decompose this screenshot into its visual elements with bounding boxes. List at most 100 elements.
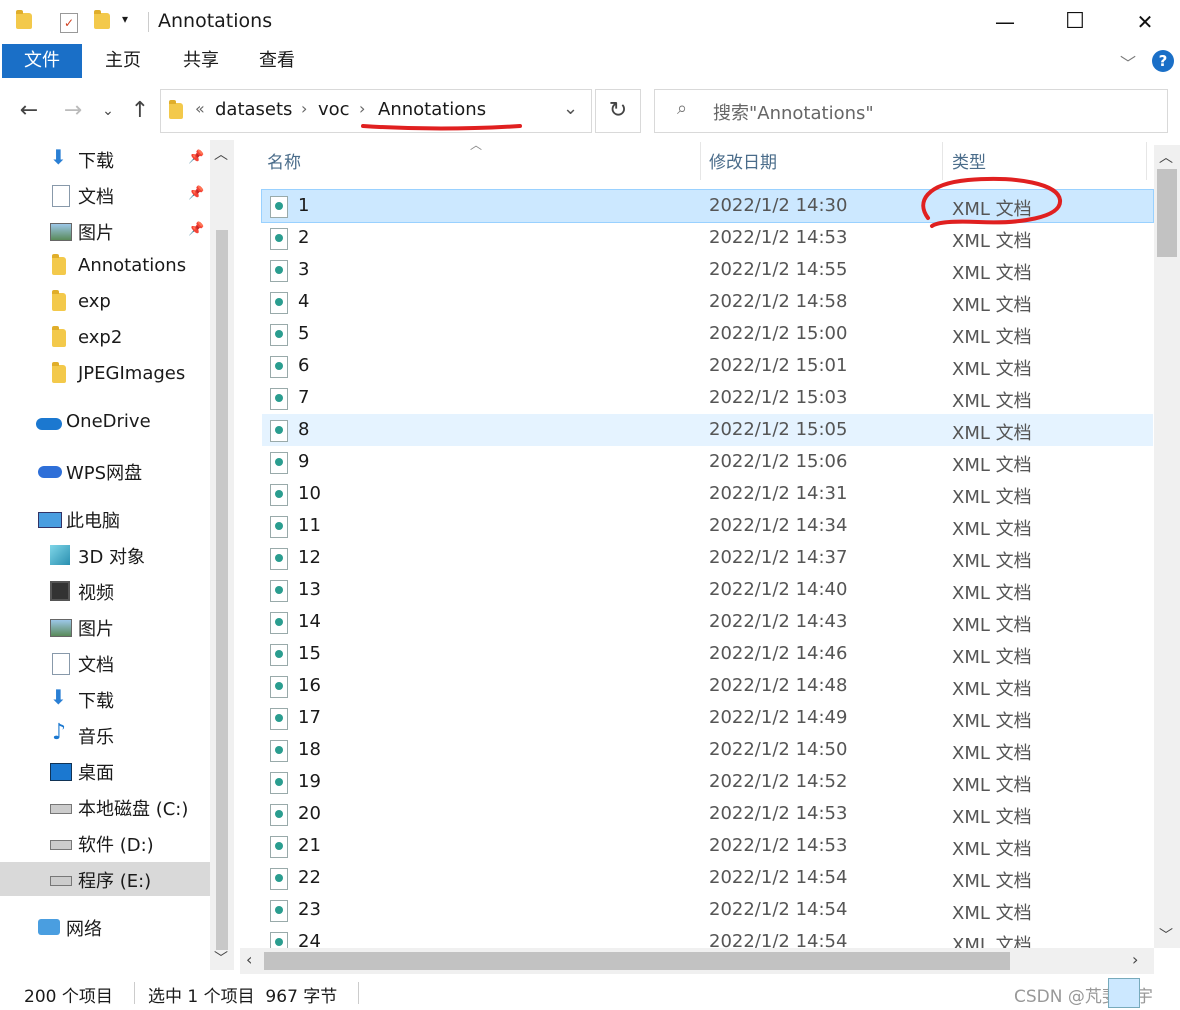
xml-file-icon [270, 548, 288, 570]
file-type: XML 文档 [952, 647, 1032, 668]
file-row[interactable]: 8 2022/1/2 15:05 XML 文档 [262, 414, 1153, 446]
file-date: 2022/1/2 14:52 [709, 771, 848, 792]
file-name: 3 [298, 259, 310, 280]
file-row[interactable]: 9 2022/1/2 15:06 XML 文档 [262, 446, 1153, 478]
file-date: 2022/1/2 15:00 [709, 323, 848, 344]
xml-file-icon [270, 484, 288, 506]
file-date: 2022/1/2 15:06 [709, 451, 848, 472]
file-type: XML 文档 [952, 551, 1032, 572]
file-name: 21 [298, 835, 321, 856]
xml-file-icon [270, 772, 288, 794]
file-date: 2022/1/2 14:49 [709, 707, 848, 728]
file-row[interactable]: 10 2022/1/2 14:31 XML 文档 [262, 478, 1153, 510]
file-row[interactable]: 5 2022/1/2 15:00 XML 文档 [262, 318, 1153, 350]
file-type: XML 文档 [952, 295, 1032, 316]
file-row[interactable]: 3 2022/1/2 14:55 XML 文档 [262, 254, 1153, 286]
xml-file-icon [270, 580, 288, 602]
xml-file-icon [270, 516, 288, 538]
file-type: XML 文档 [952, 423, 1032, 444]
help-icon[interactable]: ? [1152, 50, 1174, 72]
file-name: 15 [298, 643, 321, 664]
file-type: XML 文档 [952, 743, 1032, 764]
file-type: XML 文档 [952, 711, 1032, 732]
xml-file-icon [270, 196, 288, 218]
file-name: 24 [298, 931, 321, 948]
file-type: XML 文档 [952, 391, 1032, 412]
file-row[interactable]: 19 2022/1/2 14:52 XML 文档 [262, 766, 1153, 798]
file-name: 20 [298, 803, 321, 824]
scroll-right-icon[interactable]: › [1132, 950, 1138, 969]
file-type: XML 文档 [952, 487, 1032, 508]
file-name: 22 [298, 867, 321, 888]
file-date: 2022/1/2 14:43 [709, 611, 848, 632]
file-date: 2022/1/2 14:50 [709, 739, 848, 760]
file-row[interactable]: 6 2022/1/2 15:01 XML 文档 [262, 350, 1153, 382]
xml-file-icon [270, 612, 288, 634]
file-type: XML 文档 [952, 871, 1032, 892]
annotation-circle [921, 176, 1062, 228]
xml-file-icon [270, 932, 288, 948]
file-type: XML 文档 [952, 935, 1032, 948]
file-date: 2022/1/2 14:31 [709, 483, 848, 504]
file-type: XML 文档 [952, 903, 1032, 924]
file-type: XML 文档 [952, 615, 1032, 636]
xml-file-icon [270, 292, 288, 314]
file-name: 9 [298, 451, 310, 472]
scroll-up-icon[interactable]: ︿ [1159, 147, 1173, 167]
file-date: 2022/1/2 14:53 [709, 227, 848, 248]
file-row[interactable]: 15 2022/1/2 14:46 XML 文档 [262, 638, 1153, 670]
scroll-down-icon[interactable]: ﹀ [214, 948, 228, 968]
xml-file-icon [270, 324, 288, 346]
file-row[interactable]: 20 2022/1/2 14:53 XML 文档 [262, 798, 1153, 830]
scroll-left-icon[interactable]: ‹ [246, 950, 252, 969]
scroll-down-icon[interactable]: ﹀ [1159, 925, 1173, 945]
file-list-vertical-scrollbar[interactable]: ︿ ﹀ [1154, 145, 1180, 948]
xml-file-icon [270, 900, 288, 922]
file-date: 2022/1/2 14:55 [709, 259, 848, 280]
file-name: 17 [298, 707, 321, 728]
file-name: 8 [298, 419, 310, 440]
file-type: XML 文档 [952, 263, 1032, 284]
file-row[interactable]: 11 2022/1/2 14:34 XML 文档 [262, 510, 1153, 542]
file-row[interactable]: 13 2022/1/2 14:40 XML 文档 [262, 574, 1153, 606]
file-date: 2022/1/2 15:01 [709, 355, 848, 376]
file-row[interactable]: 24 2022/1/2 14:54 XML 文档 [262, 926, 1153, 948]
item-count: 200 个项目 [24, 987, 113, 1007]
file-date: 2022/1/2 14:54 [709, 899, 848, 920]
xml-file-icon [270, 420, 288, 442]
file-date: 2022/1/2 14:34 [709, 515, 848, 536]
file-date: 2022/1/2 14:54 [709, 867, 848, 888]
file-row[interactable]: 7 2022/1/2 15:03 XML 文档 [262, 382, 1153, 414]
file-list: 1 2022/1/2 14:30 XML 文档 2 2022/1/2 14:53 XML … [0, 0, 1154, 948]
file-type: XML 文档 [952, 455, 1032, 476]
file-row[interactable]: 21 2022/1/2 14:53 XML 文档 [262, 830, 1153, 862]
large-icons-view-toggle[interactable] [1146, 982, 1168, 1002]
status-bar: 200 个项目 选中 1 个项目 967 字节 CSDN @芃斐飞宇 [0, 976, 1180, 1010]
scroll-thumb[interactable] [264, 952, 1010, 970]
file-name: 13 [298, 579, 321, 600]
file-date: 2022/1/2 14:40 [709, 579, 848, 600]
file-date: 2022/1/2 14:37 [709, 547, 848, 568]
file-date: 2022/1/2 14:46 [709, 643, 848, 664]
file-row[interactable]: 23 2022/1/2 14:54 XML 文档 [262, 894, 1153, 926]
file-row[interactable]: 17 2022/1/2 14:49 XML 文档 [262, 702, 1153, 734]
file-row[interactable]: 12 2022/1/2 14:37 XML 文档 [262, 542, 1153, 574]
file-name: 19 [298, 771, 321, 792]
file-row[interactable]: 18 2022/1/2 14:50 XML 文档 [262, 734, 1153, 766]
xml-file-icon [270, 868, 288, 890]
details-view-toggle[interactable] [1108, 978, 1140, 1008]
file-name: 16 [298, 675, 321, 696]
file-list-horizontal-scrollbar[interactable]: ‹ › [240, 948, 1154, 974]
scroll-thumb[interactable] [1157, 169, 1177, 257]
file-row[interactable]: 4 2022/1/2 14:58 XML 文档 [262, 286, 1153, 318]
file-type: XML 文档 [952, 775, 1032, 796]
xml-file-icon [270, 804, 288, 826]
file-date: 2022/1/2 14:54 [709, 931, 848, 948]
file-name: 14 [298, 611, 321, 632]
file-type: XML 文档 [952, 807, 1032, 828]
file-name: 23 [298, 899, 321, 920]
file-row[interactable]: 14 2022/1/2 14:43 XML 文档 [262, 606, 1153, 638]
file-row[interactable]: 16 2022/1/2 14:48 XML 文档 [262, 670, 1153, 702]
xml-file-icon [270, 356, 288, 378]
file-row[interactable]: 22 2022/1/2 14:54 XML 文档 [262, 862, 1153, 894]
